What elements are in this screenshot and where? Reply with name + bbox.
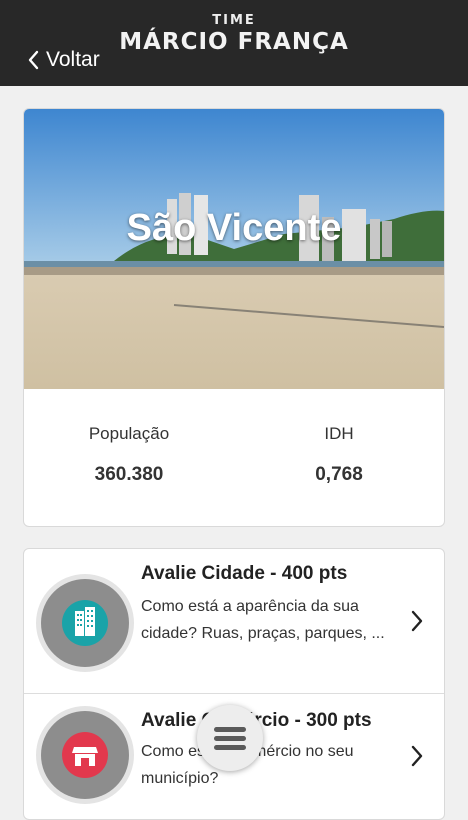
floating-menu-button[interactable] [197, 705, 263, 771]
app-header: Voltar TIME MÁRCIO FRANÇA [0, 0, 468, 86]
city-name: São Vicente [126, 207, 342, 249]
brand-top-text: TIME [212, 13, 256, 28]
task-title: Avalie Cidade - 400 pts [141, 563, 348, 584]
stat-population: População 360.380 [24, 389, 234, 486]
brand-main-text: MÁRCIO FRANÇA [119, 29, 349, 55]
task-description: Como está o comércio no seu município? [141, 743, 354, 787]
stat-idh: IDH 0,768 [234, 389, 444, 486]
brand-logo: TIME MÁRCIO FRANÇA [0, 14, 468, 56]
task-item-avalie-cidade[interactable]: Avalie Cidade - 400 pts Como está a apar… [24, 549, 444, 694]
task-list: Avalie Cidade - 400 pts Como está a apar… [23, 548, 445, 820]
stat-label: População [88, 424, 170, 443]
chevron-right-icon [411, 745, 423, 767]
task-icon-badge [41, 579, 129, 667]
task-icon-badge [41, 711, 129, 799]
chevron-right-icon [411, 610, 423, 632]
stat-label: IDH [324, 424, 354, 443]
city-hero-image: São Vicente [24, 109, 444, 389]
task-description: Como está a aparência da sua cidade? Rua… [141, 598, 385, 642]
store-icon [62, 732, 108, 778]
city-stats: População 360.380 IDH 0,768 [24, 389, 444, 526]
city-card: São Vicente População 360.380 IDH 0,768 [23, 108, 445, 527]
stat-value: 0,768 [315, 464, 363, 485]
stat-value: 360.380 [94, 464, 164, 485]
buildings-icon [62, 600, 108, 646]
